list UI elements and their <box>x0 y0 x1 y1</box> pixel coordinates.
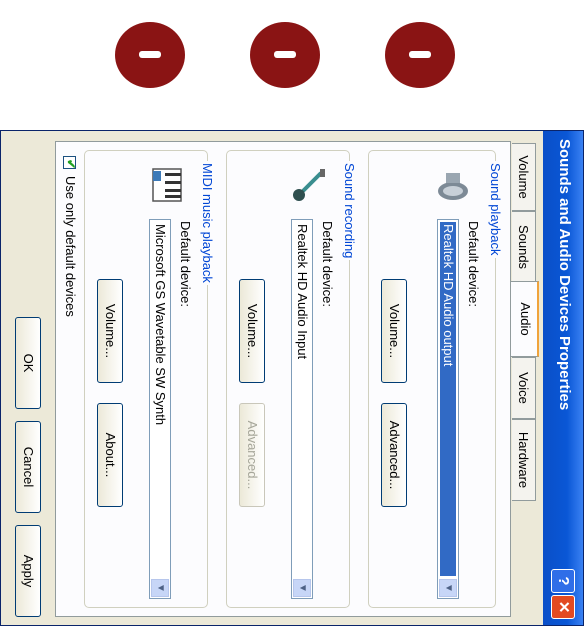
midi-about-button[interactable]: About... <box>97 403 123 507</box>
chevron-down-icon[interactable]: ▼ <box>439 579 457 597</box>
chevron-down-icon[interactable]: ▼ <box>293 579 311 597</box>
playback-device-value: Realtek HD Audio output <box>440 222 456 576</box>
audio-tab-panel: Sound playback Default device: Realtek H… <box>55 141 511 617</box>
playback-volume-button[interactable]: Volume... <box>381 279 407 383</box>
tab-voice[interactable]: Voice <box>512 357 536 419</box>
check-icon: ✔ <box>64 159 78 170</box>
window-title: Sounds and Audio Devices Properties <box>556 139 573 411</box>
ok-button[interactable]: OK <box>15 317 41 409</box>
cancel-button[interactable]: Cancel <box>15 421 41 513</box>
red-dot-middle <box>250 22 320 88</box>
playback-device-select[interactable]: Realtek HD Audio output ▼ <box>437 219 459 599</box>
midi-device-select[interactable]: Microsoft GS Wavetable SW Synth ▼ <box>149 219 171 599</box>
midi-volume-button[interactable]: Volume... <box>97 279 123 383</box>
chevron-down-icon[interactable]: ▼ <box>151 579 169 597</box>
use-default-devices-label: Use only default devices <box>63 176 78 317</box>
midi-device-value: Microsoft GS Wavetable SW Synth <box>153 224 168 426</box>
midi-playback-title: MIDI music playback <box>200 161 215 285</box>
sound-playback-title: Sound playback <box>488 161 503 258</box>
recording-device-value: Realtek HD Audio Input <box>295 224 310 360</box>
midi-playback-group: MIDI music playback Default device: Micr… <box>84 150 215 608</box>
tab-audio[interactable]: Audio <box>511 281 539 357</box>
playback-advanced-button[interactable]: Advanced... <box>381 403 407 507</box>
sound-recording-title: Sound recording <box>342 161 357 261</box>
sound-properties-dialog: Sounds and Audio Devices Properties ? ✕ … <box>0 130 584 626</box>
microphone-icon <box>293 169 325 201</box>
tab-sounds[interactable]: Sounds <box>512 211 536 283</box>
close-icon[interactable]: ✕ <box>551 595 575 619</box>
recording-advanced-button: Advanced... <box>239 403 265 507</box>
recording-default-label: Default device: <box>320 221 335 307</box>
midi-keyboard-icon <box>152 168 182 202</box>
sound-recording-group: Sound recording Default device: Realtek … <box>226 150 357 608</box>
use-default-devices-checkbox[interactable]: ✔ <box>63 156 78 170</box>
red-dot-left <box>115 22 185 88</box>
red-dot-right <box>385 22 455 88</box>
recording-volume-button[interactable]: Volume... <box>239 279 265 383</box>
speaker-icon <box>438 173 468 200</box>
sound-playback-group: Sound playback Default device: Realtek H… <box>368 150 503 608</box>
tab-hardware[interactable]: Hardware <box>512 419 536 501</box>
help-icon[interactable]: ? <box>551 569 575 593</box>
title-bar[interactable]: Sounds and Audio Devices Properties ? ✕ <box>543 131 583 625</box>
recording-device-select[interactable]: Realtek HD Audio Input ▼ <box>291 219 313 599</box>
midi-default-label: Default device: <box>178 221 193 307</box>
tab-volume[interactable]: Volume <box>512 143 536 211</box>
playback-default-label: Default device: <box>466 221 481 307</box>
apply-button[interactable]: Apply <box>15 525 41 617</box>
